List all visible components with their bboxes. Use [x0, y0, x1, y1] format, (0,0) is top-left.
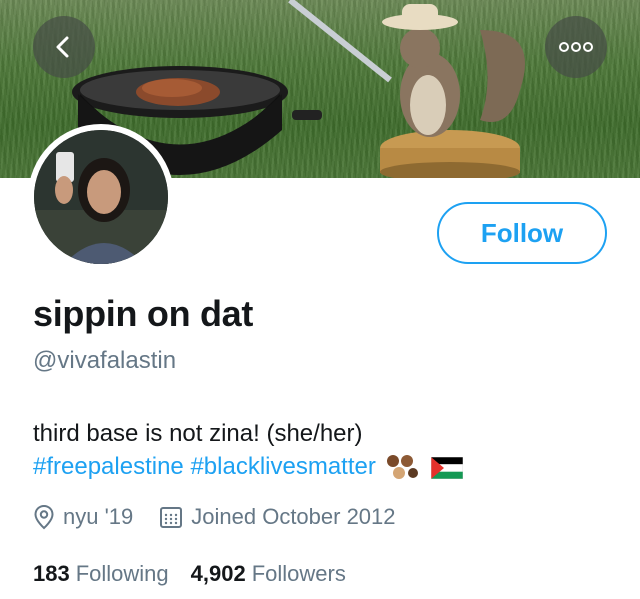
location-text: nyu '19: [63, 504, 134, 529]
hashtag-link[interactable]: #freepalestine: [33, 453, 184, 480]
avatar-person-image: [34, 130, 168, 264]
calendar-icon: [160, 507, 183, 528]
location-item: nyu '19: [33, 504, 133, 530]
profile-meta: nyu '19 Joined October 2012: [33, 504, 422, 530]
profile-avatar[interactable]: [28, 124, 174, 270]
avatar-photo: [34, 130, 168, 264]
palestine-flag-emoji: [431, 456, 464, 479]
follow-button[interactable]: Follow: [437, 202, 607, 264]
location-pin-icon: [34, 504, 54, 530]
hashtag-link[interactable]: #blacklivesmatter: [190, 453, 375, 480]
bio-hashtags: #freepalestine #blacklivesmatter: [33, 450, 623, 483]
raised-fists-emoji: [386, 454, 418, 479]
followers-count: 4,902: [190, 561, 246, 586]
display-name: sippin on dat: [33, 293, 254, 334]
bio-text: third base is not zina! (she/her): [33, 420, 363, 447]
following-label: Following: [75, 561, 169, 586]
user-handle: @vivafalastin: [33, 347, 177, 374]
back-button[interactable]: [33, 16, 95, 78]
chevron-left-icon: [56, 36, 69, 58]
more-horizontal-icon: [559, 42, 593, 52]
joined-item: Joined October 2012: [159, 504, 396, 530]
squirrel-image: [288, 0, 525, 178]
joined-text: Joined October 2012: [191, 504, 396, 529]
following-link[interactable]: 183 Following: [33, 561, 169, 587]
followers-link[interactable]: 4,902 Followers: [191, 561, 346, 587]
following-count: 183: [33, 561, 70, 586]
follow-stats: 183 Following 4,902 Followers: [33, 561, 368, 587]
profile-bio: third base is not zina! (she/her) #freep…: [33, 417, 623, 483]
more-options-button[interactable]: [545, 16, 607, 78]
followers-label: Followers: [251, 561, 346, 586]
